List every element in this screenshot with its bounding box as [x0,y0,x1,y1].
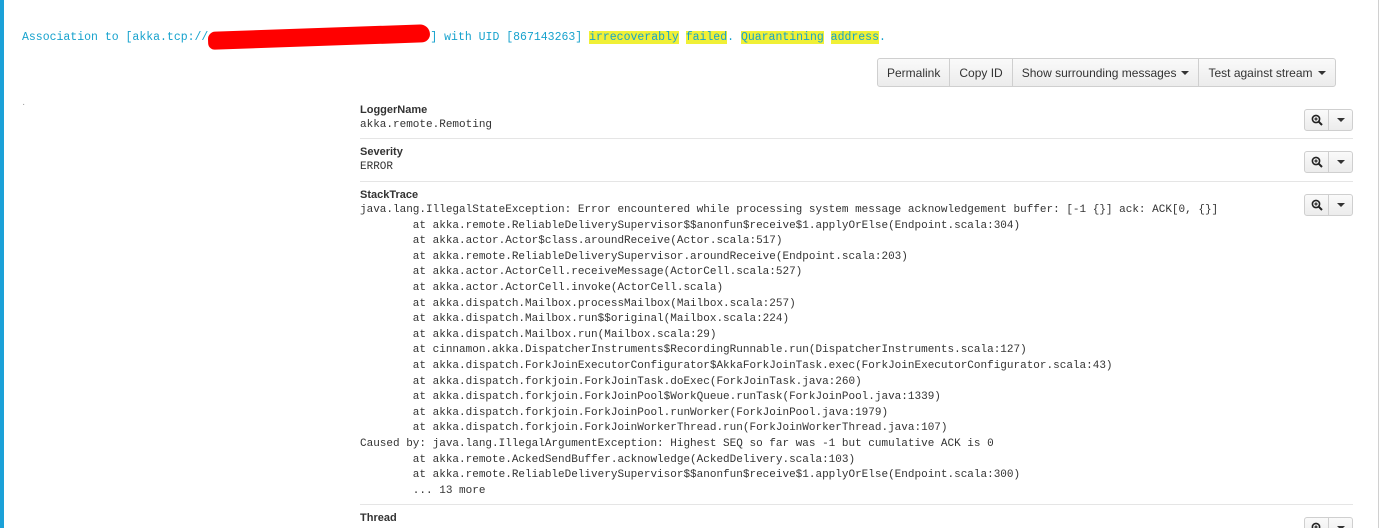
highlight-term: address [830,31,879,44]
field-search-button[interactable] [1304,109,1329,131]
field-name: Severity [360,146,403,158]
field-value: java.lang.IllegalStateException: Error e… [360,204,1219,497]
copy-id-label: Copy ID [959,65,1003,80]
field-actions [1304,151,1353,173]
message-text: Association to [akka.tcp:// ] with UID [8… [22,24,886,50]
caret-down-icon [1336,160,1345,164]
permalink-button[interactable]: Permalink [877,58,951,87]
magnifier-plus-icon [1311,114,1323,126]
message-fields: LoggerName akka.remote.Remoting Severity… [360,97,1353,528]
scrollbar[interactable] [1378,0,1386,528]
field-stacktrace: StackTrace java.lang.IllegalStateExcepti… [360,182,1353,505]
caret-down-icon [1336,203,1345,207]
message-suffix: ] with UID [867143263] [430,31,590,44]
test-against-stream-button[interactable]: Test against stream [1198,58,1336,87]
magnifier-plus-icon [1311,156,1323,168]
field-actions [1304,517,1353,528]
field-loggername: LoggerName akka.remote.Remoting [360,97,1353,139]
field-actions-dropdown[interactable] [1328,151,1353,173]
redaction-mark [208,24,431,50]
selection-indicator-bar [0,0,4,528]
message-prefix: Association to [akka.tcp:// [22,31,209,44]
field-actions [1304,194,1353,216]
message-toolbar: Permalink Copy ID Show surrounding messa… [877,58,1336,87]
field-value: ERROR [360,161,394,173]
caret-down-icon [1181,70,1190,75]
field-search-button[interactable] [1304,194,1329,216]
caret-down-icon [1317,70,1326,75]
field-actions [1304,109,1353,131]
field-actions-dropdown[interactable] [1328,194,1353,216]
highlight-term: Quarantining [740,31,824,44]
message-end: . [878,31,886,44]
magnifier-plus-icon [1311,522,1320,528]
left-marker: · [22,99,26,110]
field-search-button[interactable] [1304,517,1329,528]
magnifier-plus-icon [1311,199,1323,211]
caret-down-icon [1336,118,1345,122]
copy-id-button[interactable]: Copy ID [949,58,1013,87]
field-thread: Thread [360,505,1353,528]
field-value: akka.remote.Remoting [360,119,493,131]
highlight-term: irrecoverably [589,31,679,44]
message-separator: . [727,31,741,44]
message-detail-page: Association to [akka.tcp:// ] with UID [8… [0,0,1386,528]
show-surrounding-messages-button[interactable]: Show surrounding messages [1011,58,1200,87]
field-search-button[interactable] [1304,151,1329,173]
field-name: Thread [360,512,397,524]
highlight-term: failed [685,31,728,44]
show-surrounding-label: Show surrounding messages [1021,65,1177,80]
field-severity: Severity ERROR [360,139,1353,182]
permalink-label: Permalink [887,65,941,80]
field-actions-dropdown[interactable] [1328,109,1353,131]
field-actions-dropdown[interactable] [1328,517,1353,528]
test-against-stream-label: Test against stream [1208,65,1313,80]
field-name: LoggerName [360,104,428,116]
field-name: StackTrace [360,189,419,201]
